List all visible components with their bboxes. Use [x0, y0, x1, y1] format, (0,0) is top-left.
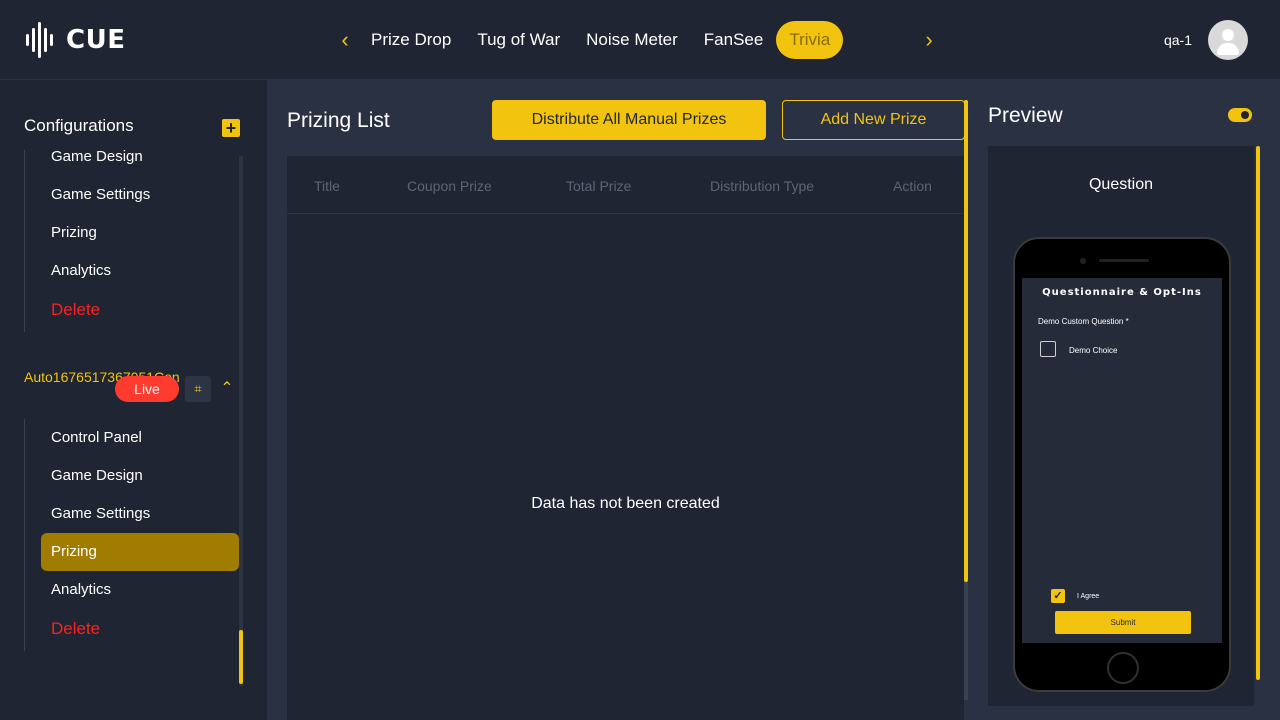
tabs-prev-arrow-icon[interactable]: ‹: [330, 20, 360, 60]
sidebar-item-analytics[interactable]: Analytics: [41, 252, 239, 290]
sidebar-scroll-thumb[interactable]: [239, 630, 243, 684]
table-header: Title Coupon Prize Total Prize Distribut…: [287, 156, 964, 214]
preview-scroll-thumb[interactable]: [1256, 146, 1260, 680]
logo-text: CUE: [66, 25, 126, 55]
preview-card: Question Questionnaire & Opt-Ins Demo Cu…: [988, 146, 1254, 706]
prizing-panel: Prizing List Distribute All Manual Prize…: [267, 80, 970, 720]
chevron-up-icon[interactable]: ⌃: [219, 376, 235, 402]
phone-home-button-icon: [1107, 652, 1139, 684]
sidebar-scrollbar[interactable]: [239, 156, 243, 686]
add-new-prize-button[interactable]: Add New Prize: [782, 100, 965, 140]
phone-speaker-icon: [1099, 259, 1149, 262]
sidebar: Configurations + Game Design Game Settin…: [0, 80, 267, 720]
sidebar-scroll-area: Game Design Game Settings Prizing Analyt…: [0, 150, 250, 720]
tabs-next-arrow-icon[interactable]: ›: [914, 20, 944, 60]
sidebar-item-delete[interactable]: Delete: [41, 610, 239, 648]
column-header-coupon-prize: Coupon Prize: [407, 178, 492, 194]
choice-label: Demo Choice: [1069, 346, 1118, 355]
empty-state-message: Data has not been created: [531, 495, 720, 512]
user-menu[interactable]: qa-1: [1164, 20, 1248, 60]
sidebar-item-control-panel[interactable]: Control Panel: [41, 419, 239, 457]
choice-checkbox[interactable]: [1040, 341, 1056, 357]
distribute-all-prizes-button[interactable]: Distribute All Manual Prizes: [492, 100, 766, 140]
preview-title: Preview: [988, 104, 1063, 127]
prizing-table: Title Coupon Prize Total Prize Distribut…: [287, 156, 964, 720]
sidebar-item-prizing-active[interactable]: Prizing: [41, 533, 239, 571]
sidebar-item-game-settings[interactable]: Game Settings: [41, 495, 239, 533]
preview-question-label: Question: [1088, 176, 1154, 193]
logo-mark-icon: [24, 20, 60, 60]
tab-noise-meter[interactable]: Noise Meter: [573, 21, 691, 59]
column-header-action: Action: [893, 178, 932, 194]
prev-game-menu: Game Design Game Settings Prizing Analyt…: [24, 150, 238, 332]
game-tabs: ‹ Prize Drop Tug of War Noise Meter FanS…: [330, 20, 944, 60]
tab-tug-of-war[interactable]: Tug of War: [464, 21, 573, 59]
avatar[interactable]: [1208, 20, 1248, 60]
top-bar: CUE ‹ Prize Drop Tug of War Noise Meter …: [0, 0, 1280, 80]
configurations-title: Configurations: [24, 116, 134, 135]
game-config-name[interactable]: Auto1676517367051Con: [24, 366, 180, 388]
sidebar-item-delete[interactable]: Delete: [41, 291, 239, 329]
preview-toggle[interactable]: [1228, 108, 1252, 122]
screen-question: Demo Custom Question *: [1038, 317, 1129, 326]
tab-fansee[interactable]: FanSee: [691, 21, 777, 59]
column-header-title: Title: [314, 178, 340, 194]
preview-panel: Preview Question Questionnaire & Opt-Ins…: [970, 80, 1280, 720]
main-scroll-thumb[interactable]: [964, 100, 968, 582]
app-logo[interactable]: CUE: [24, 20, 125, 60]
column-header-total-prize: Total Prize: [566, 178, 632, 194]
sidebar-item-prizing[interactable]: Prizing: [41, 214, 239, 252]
live-status-badge: Live: [115, 376, 179, 402]
qr-code-icon[interactable]: ⌗: [185, 376, 211, 402]
sidebar-item-game-design[interactable]: Game Design: [41, 457, 239, 495]
username: qa-1: [1163, 32, 1192, 48]
game-menu: Control Panel Game Design Game Settings …: [24, 419, 239, 651]
screen-submit-button[interactable]: Submit: [1055, 611, 1191, 634]
agree-checkbox-checked-icon[interactable]: ✓: [1051, 589, 1065, 603]
tab-strip: Prize Drop Tug of War Noise Meter FanSee…: [360, 20, 914, 60]
phone-camera-icon: [1080, 258, 1086, 264]
agree-label: I Agree: [1077, 593, 1100, 600]
sidebar-item-game-design[interactable]: Game Design: [41, 150, 239, 176]
phone-mockup: Questionnaire & Opt-Ins Demo Custom Ques…: [1013, 237, 1231, 692]
sidebar-item-analytics[interactable]: Analytics: [41, 571, 239, 609]
column-header-distribution-type: Distribution Type: [710, 178, 815, 194]
sidebar-item-game-settings[interactable]: Game Settings: [41, 176, 239, 214]
screen-title: Questionnaire & Opt-Ins: [1042, 287, 1202, 298]
page-title: Prizing List: [287, 109, 390, 132]
tab-trivia[interactable]: Trivia: [776, 21, 844, 59]
phone-screen: Questionnaire & Opt-Ins Demo Custom Ques…: [1022, 278, 1222, 643]
add-configuration-icon[interactable]: +: [222, 119, 240, 137]
tab-prize-drop[interactable]: Prize Drop: [360, 21, 464, 59]
